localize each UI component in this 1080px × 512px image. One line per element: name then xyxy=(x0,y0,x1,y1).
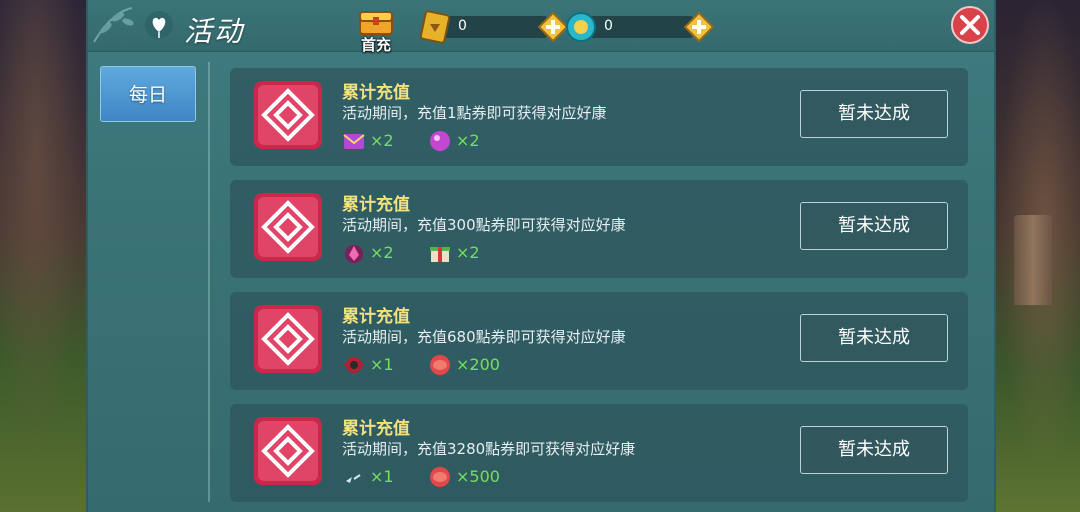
activity-card: 累计充值 活动期间，充值1點券即可获得对应好康 ×2 ×2 暂未达成 xyxy=(230,68,968,166)
leaf-decoration-icon xyxy=(93,7,134,43)
red-orb-icon xyxy=(430,467,450,487)
gold-coupon-icon xyxy=(419,10,451,44)
currency-bar xyxy=(584,16,694,38)
coupon-value: 0 xyxy=(458,18,467,34)
activity-card: 累计充值 活动期间，充值300點券即可获得对应好康 ×2 ×2 暂未达成 xyxy=(230,180,968,278)
status-button[interactable]: 暂未达成 xyxy=(800,90,948,138)
background-scenery-left xyxy=(0,0,90,512)
reward-quantity: ×2 xyxy=(370,131,394,150)
pink-crystal-icon xyxy=(345,245,363,263)
sidebar-divider xyxy=(208,62,210,502)
activity-card: 累计充值 活动期间，充值3280點券即可获得对应好康 ×1 ×500 暂未达成 xyxy=(230,404,968,502)
sidebar: 每日 xyxy=(88,52,208,512)
panel-header: 活动 首充 0 0 xyxy=(88,0,994,54)
background-scenery-right xyxy=(990,0,1080,512)
status-button[interactable]: 暂未达成 xyxy=(800,314,948,362)
reward-quantity: ×500 xyxy=(456,467,500,486)
first-charge-label: 首充 xyxy=(360,36,391,54)
reward-quantity: ×2 xyxy=(370,243,394,262)
red-diamond-gem-icon xyxy=(254,193,322,261)
activity-description: 活动期间，充值680點券即可获得对应好康 xyxy=(342,328,626,346)
add-diamond-icon[interactable] xyxy=(684,12,714,42)
first-charge-button[interactable]: 首充 xyxy=(354,6,398,54)
status-button[interactable]: 暂未达成 xyxy=(800,202,948,250)
reward-quantity: ×1 xyxy=(370,355,394,374)
reward-quantity: ×2 xyxy=(456,131,480,150)
red-diamond-gem-icon xyxy=(254,81,322,149)
activity-name: 累计充值 xyxy=(342,307,410,327)
diamond-value: 0 xyxy=(604,18,613,34)
activity-description: 活动期间，充值300點券即可获得对应好康 xyxy=(342,216,626,234)
gift-box-icon xyxy=(430,247,450,262)
tab-daily[interactable]: 每日 xyxy=(100,66,196,122)
balloon-heart-icon xyxy=(145,11,173,39)
activity-description: 活动期间，充值3280點券即可获得对应好康 xyxy=(342,440,636,458)
activity-name: 累计充值 xyxy=(342,83,410,103)
red-diamond-gem-icon xyxy=(254,305,322,373)
red-orb-icon xyxy=(430,355,450,375)
red-amulet-icon xyxy=(343,357,365,373)
activity-name: 累计充值 xyxy=(342,419,410,439)
reward-quantity: ×1 xyxy=(370,467,394,486)
activity-card: 累计充值 活动期间，充值680點券即可获得对应好康 ×1 ×200 暂未达成 xyxy=(230,292,968,390)
activity-description: 活动期间，充值1點券即可获得对应好康 xyxy=(342,104,607,122)
close-icon[interactable] xyxy=(950,5,990,45)
reward-quantity: ×2 xyxy=(456,243,480,262)
blue-gem-icon xyxy=(566,12,596,42)
sparkle-icon xyxy=(346,474,361,483)
red-diamond-gem-icon xyxy=(254,417,322,485)
activity-name: 累计充值 xyxy=(342,195,410,215)
stone-pillar xyxy=(1014,215,1052,305)
reward-quantity: ×200 xyxy=(456,355,500,374)
purple-envelope-icon xyxy=(343,134,365,149)
currency-bar xyxy=(438,16,548,38)
purple-orb-icon xyxy=(430,131,450,151)
activity-panel: 活动 首充 0 0 每日 累计充值 活动期间，充值1點券即可获得对应好康 ×2 … xyxy=(86,0,996,512)
page-title: 活动 xyxy=(184,15,245,48)
status-button[interactable]: 暂未达成 xyxy=(800,426,948,474)
